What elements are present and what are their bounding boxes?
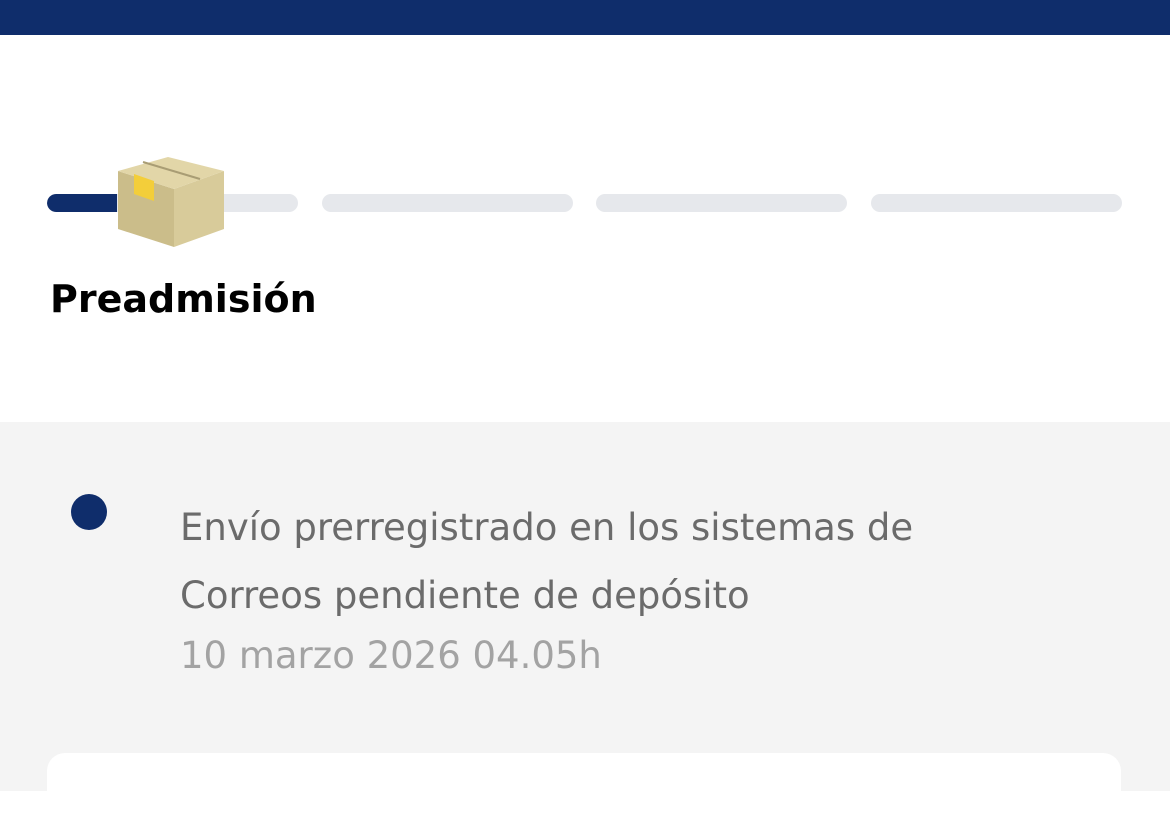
- tracking-events-list: Envío prerregistrado en los sistemas de …: [0, 422, 1170, 833]
- shipment-progress-tracker: Preadmisión: [0, 35, 1170, 422]
- shipment-details-card: [47, 753, 1121, 833]
- progress-step-4: [871, 194, 1122, 212]
- progress-step-2: [322, 194, 573, 212]
- package-box-icon: [118, 157, 224, 247]
- event-status-dot: [71, 494, 107, 530]
- top-header-bar: [0, 0, 1170, 35]
- progress-step-1-fill: [47, 194, 118, 212]
- event-description: Envío prerregistrado en los sistemas de …: [180, 506, 914, 617]
- event-date: 10 marzo 2026 04.05h: [180, 634, 602, 677]
- current-step-label: Preadmisión: [50, 277, 317, 321]
- progress-step-3: [596, 194, 847, 212]
